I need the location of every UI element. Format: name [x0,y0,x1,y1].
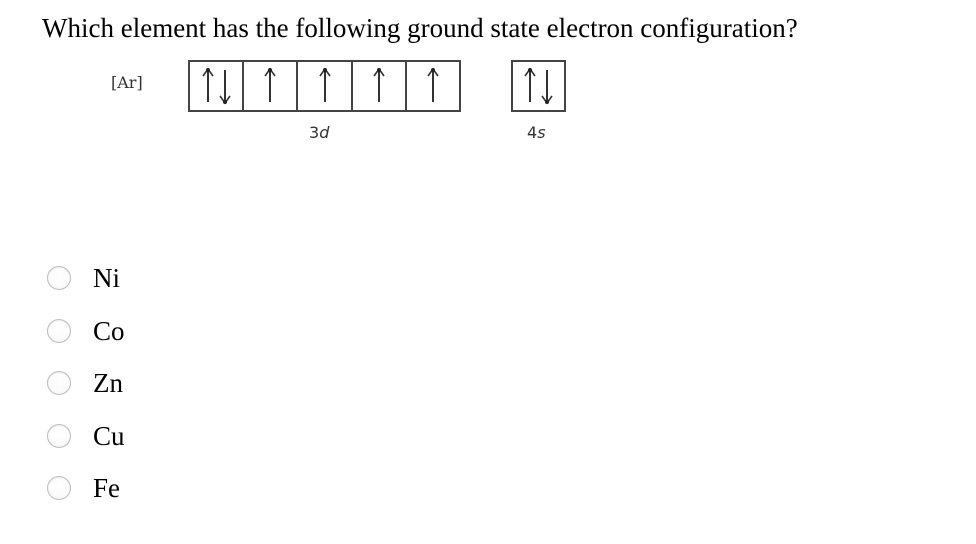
option-2[interactable]: Zn [47,357,125,410]
orbital-diagram: [Ar] 3d 4s [0,0,976,180]
orbital-box-3d-0 [190,62,245,110]
spin-up-arrow-icon [524,67,536,102]
radio-button[interactable] [47,371,71,396]
answer-options: Ni Co Zn Cu Fe [47,252,125,515]
spin-up-arrow-icon [373,67,385,102]
orbital-box-3d-1 [244,62,299,110]
spin-up-arrow-icon [264,67,276,102]
spin-up-arrow-icon [201,67,214,102]
subshell-label-4s: 4s [527,123,546,142]
orbital-box-4s-0 [513,62,564,110]
subshell-letter: s [537,123,546,142]
orbital-boxes-4s [511,60,566,112]
option-label: Fe [93,473,120,504]
subshell-label-3d: 3d [309,123,329,142]
option-label: Cu [93,420,125,451]
radio-button[interactable] [47,423,71,448]
subshell-number: 4 [527,123,538,142]
radio-button[interactable] [47,318,71,343]
orbital-box-3d-2 [298,62,353,110]
spin-down-arrow-icon [218,70,231,105]
spin-up-arrow-icon [318,67,331,102]
subshell-letter: d [319,123,330,142]
option-label: Ni [93,263,120,294]
option-4[interactable]: Fe [47,462,125,515]
radio-button[interactable] [47,266,71,291]
option-label: Co [93,315,125,346]
orbital-box-3d-3 [353,62,407,110]
spin-up-arrow-icon [427,67,439,102]
subshell-number: 3 [309,123,320,142]
option-label: Zn [93,368,123,399]
orbital-box-3d-4 [407,62,459,110]
option-3[interactable]: Cu [47,410,125,463]
option-1[interactable]: Co [47,305,125,358]
spin-down-arrow-icon [541,70,553,105]
option-0[interactable]: Ni [47,252,125,305]
noble-gas-core: [Ar] [111,73,143,92]
orbital-boxes-3d [188,60,461,112]
radio-button[interactable] [47,476,71,501]
